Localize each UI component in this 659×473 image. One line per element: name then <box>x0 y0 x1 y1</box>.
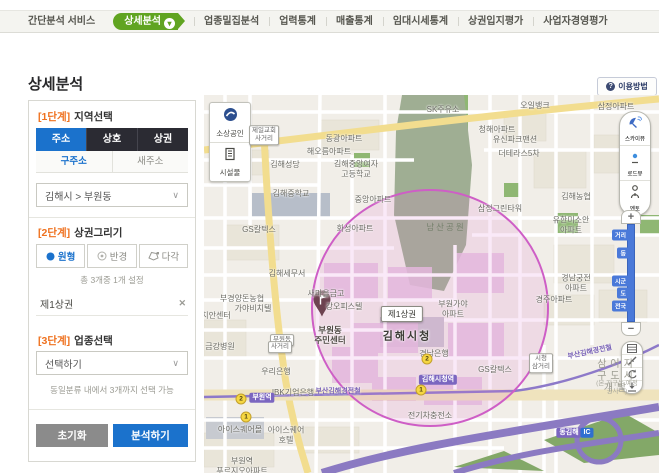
skyview-icon <box>628 116 642 129</box>
help-button[interactable]: ? 이용방법 <box>597 77 657 96</box>
nav-item-3[interactable]: 업력통계 <box>269 11 326 32</box>
subtab-new-address[interactable]: 새주소 <box>113 151 189 172</box>
zoom-level-badge: 전국 <box>612 301 629 312</box>
region-select[interactable]: 김해시 > 부원동 ∨ <box>36 183 188 207</box>
page-title: 상세분석 <box>28 73 83 94</box>
roadview-button[interactable]: 로드뷰 <box>620 145 650 180</box>
draw-tool-group: 원형 반경 다각 <box>36 244 188 268</box>
polygon-icon <box>148 251 159 261</box>
map-type-icon <box>627 344 637 353</box>
zoom-level-badge: 도 <box>617 288 629 299</box>
zoom-level-badge: 거리 <box>612 230 629 241</box>
tab-storename[interactable]: 상호 <box>86 128 137 151</box>
tool-polygon-button[interactable]: 다각 <box>139 244 188 268</box>
map-marker-pin <box>313 291 331 322</box>
map-view-control: 스카이뷰 로드뷰 멘토 <box>619 111 651 216</box>
map-artwork <box>204 95 659 473</box>
analyze-button[interactable]: 분석하기 <box>113 424 188 447</box>
map-layer-control: 소상공인 시설물 <box>209 102 251 182</box>
expand-icon: ▾ <box>164 18 175 29</box>
help-label: 이용방법 <box>618 81 647 92</box>
divider <box>29 409 195 410</box>
panel-actions: 초기화 분석하기 <box>36 424 188 447</box>
chevron-down-icon: ∨ <box>172 358 179 369</box>
top-navigation: 간단분석 서비스 상세분석▾ 업종밀집분석업력통계매출통계임대시세통계상권입지평가사… <box>0 10 659 33</box>
zoom-out-button[interactable]: − <box>621 322 641 336</box>
step1-tabs: 주소 상호 상권 <box>36 128 188 151</box>
industry-select[interactable]: 선택하기 ∨ <box>36 351 188 375</box>
measure-icon <box>627 356 637 366</box>
map-tool-control <box>621 341 643 394</box>
area-list-item: 제1상권 ✕ <box>36 291 188 316</box>
skyview-button[interactable]: 스카이뷰 <box>620 112 650 145</box>
step1-heading: [1단계]지역선택 <box>38 109 113 124</box>
nav-item-2[interactable]: 업종밀집분석 <box>194 11 269 32</box>
tab-address[interactable]: 주소 <box>36 128 86 151</box>
facilities-layer-button[interactable]: 시설물 <box>210 142 250 181</box>
industry-hint: 동일분류 내에서 3개까지 선택 가능 <box>29 384 195 396</box>
divider <box>29 217 195 218</box>
help-icon: ? <box>606 82 615 91</box>
delete-area-icon[interactable]: ✕ <box>178 298 188 309</box>
tab-tradearea[interactable]: 상권 <box>137 128 188 151</box>
analysis-panel: [1단계]지역선택 주소 상호 상권 구주소 새주소 김해시 > 부원동 ∨ [… <box>28 100 196 462</box>
measure-button[interactable] <box>622 354 642 367</box>
nav-item-7[interactable]: 사업자경영평가 <box>533 11 617 32</box>
undo-button[interactable] <box>622 367 642 380</box>
download-button[interactable] <box>622 380 642 393</box>
chevron-down-icon: ∨ <box>172 190 179 201</box>
nav-item-4[interactable]: 매출통계 <box>326 11 383 32</box>
nav-item-0[interactable]: 간단분석 서비스 <box>18 11 105 32</box>
nav-item-5[interactable]: 임대시세통계 <box>383 11 458 32</box>
tool-circle-button[interactable]: 원형 <box>36 244 85 268</box>
address-subtabs: 구주소 새주소 <box>36 151 188 173</box>
step2-heading: [2단계]상권그리기 <box>38 225 122 240</box>
nav-item-6[interactable]: 상권입지평가 <box>458 11 533 32</box>
small-business-icon <box>223 107 238 122</box>
person-icon <box>629 185 641 199</box>
undo-icon <box>627 369 637 379</box>
zoom-level-badge: 시군 <box>612 276 629 287</box>
download-icon <box>627 382 637 392</box>
radius-icon <box>97 251 107 261</box>
tool-radius-button[interactable]: 반경 <box>87 244 136 268</box>
zoom-in-button[interactable]: + <box>621 210 641 224</box>
zoom-level-badge: 동 <box>617 248 629 259</box>
area-name: 제1상권 <box>36 296 73 311</box>
area-count-text: 총 3개중 1개 설정 <box>29 274 195 286</box>
roadview-icon <box>628 150 642 164</box>
small-business-layer-button[interactable]: 소상공인 <box>210 103 250 142</box>
nav-item-1[interactable]: 상세분석▾ <box>113 13 178 30</box>
step3-heading: [3단계]업종선택 <box>38 333 113 348</box>
subtab-old-address[interactable]: 구주소 <box>36 151 113 172</box>
map-type-button[interactable] <box>622 342 642 354</box>
reset-button[interactable]: 초기화 <box>36 424 108 447</box>
trade-area-label: 제1상권 <box>381 306 423 322</box>
map-canvas[interactable]: 제1상권 소상공인 시설물 <box>204 95 659 473</box>
building-icon <box>223 147 237 161</box>
circle-filled-icon <box>46 252 55 261</box>
